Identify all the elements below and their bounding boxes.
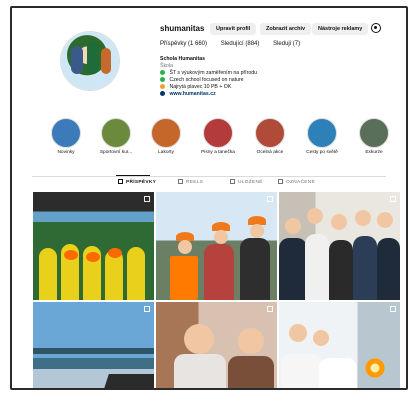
carousel-icon — [267, 196, 273, 202]
app-frame: shumanitas Upravit profil Zobrazit archi… — [10, 6, 408, 390]
bio-link[interactable]: www.humanitas.cz — [160, 91, 257, 98]
person-figure — [39, 248, 57, 300]
tab-saved[interactable]: ULOŽENÉ — [230, 179, 263, 185]
face — [377, 212, 393, 228]
highlight-ocelna[interactable]: Ocelná akce — [250, 118, 290, 155]
carousel-icon — [267, 306, 273, 312]
person-figure — [377, 238, 400, 300]
bookmark-icon — [230, 179, 235, 184]
face — [331, 214, 347, 230]
highlight-cover — [307, 118, 337, 148]
bio-line-1: ŠT s výukovým zaměřením na přírodu — [160, 70, 257, 77]
face — [313, 330, 329, 346]
face — [355, 210, 371, 226]
carousel-icon — [144, 196, 150, 202]
post-tile[interactable] — [279, 192, 400, 300]
number-badge — [86, 252, 100, 262]
person-figure — [353, 236, 377, 300]
face — [214, 230, 228, 244]
profile-bio: Schola Humanitas Škola ŠT s výukovým zam… — [160, 56, 257, 98]
avatar-person — [71, 46, 83, 74]
highlight-label: Sportovní kur... — [99, 150, 133, 155]
avatar-person — [87, 42, 99, 74]
highlight-cover — [359, 118, 389, 148]
flame — [365, 354, 385, 382]
tab-tagged[interactable]: OZNAČENÉ — [278, 179, 315, 185]
person-figure — [228, 356, 274, 388]
avatar-person — [101, 48, 111, 74]
gear-icon[interactable] — [371, 23, 381, 33]
edit-profile-button[interactable]: Upravit profil — [210, 23, 257, 35]
person-figure — [127, 247, 145, 300]
ad-tools-button[interactable]: Nástroje reklamy — [312, 23, 369, 35]
reels-icon — [178, 179, 183, 184]
bio-category: Škola — [160, 63, 173, 69]
highlight-sportovni[interactable]: Sportovní kur... — [96, 118, 136, 155]
highlight-label: Ocelná akce — [256, 150, 284, 155]
person-figure — [240, 238, 270, 300]
person-figure — [279, 238, 307, 300]
person-figure — [174, 354, 226, 388]
face — [307, 208, 323, 224]
post-tile[interactable] — [33, 192, 154, 300]
tab-reels[interactable]: REELS — [178, 179, 203, 185]
highlight-label: Lakorty — [158, 150, 174, 155]
grid-icon — [118, 179, 123, 184]
highlight-label: Pisny a tanečka — [201, 150, 235, 155]
shoreline — [33, 348, 154, 354]
highlight-novinky[interactable]: Novinky — [46, 118, 86, 155]
tabs-divider — [32, 176, 386, 177]
post-tile[interactable] — [279, 302, 400, 388]
tag-icon — [278, 179, 283, 184]
green-heart-icon — [160, 77, 165, 83]
sparkle-icon — [160, 84, 165, 90]
username: shumanitas — [160, 24, 205, 33]
highlight-cover — [255, 118, 285, 148]
face — [289, 324, 307, 342]
person-figure — [281, 354, 323, 388]
dam-wall — [97, 374, 154, 388]
post-tile[interactable] — [156, 302, 277, 388]
person-figure — [305, 234, 329, 300]
post-tile[interactable] — [33, 302, 154, 388]
highlight-cover — [51, 118, 81, 148]
person-figure — [319, 358, 357, 388]
face — [178, 240, 192, 254]
highlight-exkurze[interactable]: Exkurze — [354, 118, 394, 155]
person-figure — [329, 240, 353, 300]
highlight-lakorty[interactable]: Lakorty — [146, 118, 186, 155]
person-figure — [204, 244, 234, 300]
highlight-label: Cesty po světě — [306, 150, 338, 155]
link-icon — [160, 91, 165, 97]
safety-vest — [170, 256, 198, 300]
highlight-cover — [101, 118, 131, 148]
bio-name: Schola Humanitas — [160, 56, 205, 62]
bio-line-3: Najrytá plavec 10 PB + OK — [160, 84, 257, 91]
carousel-icon — [390, 306, 396, 312]
followers-count[interactable]: Sledující (884) — [221, 41, 260, 47]
face — [250, 224, 264, 238]
posts-count[interactable]: Příspěvky (1 660) — [160, 41, 207, 47]
profile-avatar[interactable] — [61, 32, 119, 90]
face — [238, 328, 264, 354]
carousel-icon — [144, 306, 150, 312]
highlight-cover — [151, 118, 181, 148]
tab-posts[interactable]: PŘÍSPĚVKY — [115, 175, 156, 185]
number-badge — [64, 250, 78, 260]
archive-button[interactable]: Zobrazit archiv — [260, 23, 312, 35]
green-heart-icon — [160, 70, 165, 76]
post-tile[interactable] — [156, 192, 277, 300]
highlight-pisny[interactable]: Pisny a tanečka — [198, 118, 238, 155]
profile-stats: Příspěvky (1 660) Sledující (884) Sleduj… — [160, 41, 312, 47]
face — [184, 324, 214, 354]
bio-line-2: Czech school focused on nature — [160, 77, 257, 84]
following-count[interactable]: Sleduji (7) — [273, 41, 300, 47]
highlight-cesty[interactable]: Cesty po světě — [302, 118, 342, 155]
highlight-cover — [203, 118, 233, 148]
carousel-icon — [390, 196, 396, 202]
highlight-label: Exkurze — [365, 150, 383, 155]
face — [285, 218, 301, 234]
number-badge — [108, 248, 122, 258]
highlight-label: Novinky — [57, 150, 75, 155]
